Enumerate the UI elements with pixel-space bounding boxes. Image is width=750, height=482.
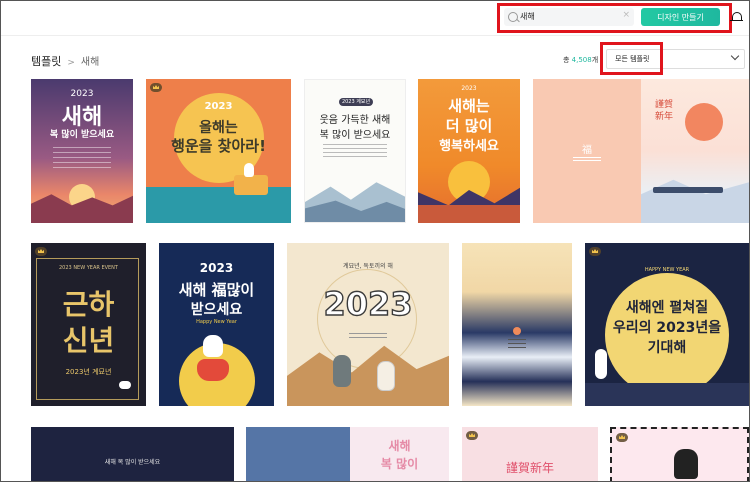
card-title: 새해 복 많이 받으세요 <box>104 459 161 466</box>
bell-icon[interactable] <box>730 12 743 22</box>
result-count-number: 4,508 <box>571 56 592 64</box>
premium-crown-icon <box>466 431 478 440</box>
card-title: 謹賀新年 <box>505 461 554 475</box>
template-card[interactable]: 새해 복 많이 받으세요 <box>31 427 234 481</box>
template-card[interactable]: 2023 NEW YEAR EVENT 근하 신년 2023년 계묘년 <box>31 243 146 406</box>
text-lines <box>53 147 111 171</box>
text-lines <box>508 339 526 349</box>
card-year: 2023 <box>199 261 234 275</box>
pouch <box>197 359 229 381</box>
template-card[interactable]: 謹賀新年 <box>462 427 598 481</box>
card-subtitle: HAPPY NEW YEAR <box>644 267 690 273</box>
card-title: 기대해 <box>647 340 687 356</box>
card-year: 2023 <box>204 101 233 112</box>
boat <box>234 175 268 195</box>
card-title: 받으세요 <box>190 302 243 318</box>
app-frame: 새해 × 디자인 만들기 템플릿 > 새해 총 4,508개 모든 템플릿 2023… <box>0 0 750 482</box>
card-title: 더 많이 <box>445 117 493 135</box>
filter-highlight <box>600 42 663 75</box>
template-card[interactable]: 2023 새해는 더 많이 행복하세요 <box>418 79 520 223</box>
rabbit <box>203 335 223 357</box>
sea <box>146 187 291 223</box>
card-year: 2023 <box>461 85 477 92</box>
chevron-down-icon <box>730 51 740 61</box>
template-card[interactable]: 2023 올해는 행운을 찾아라! <box>146 79 291 223</box>
template-card[interactable]: 謹賀 新年 <box>641 79 749 223</box>
template-card[interactable] <box>610 427 749 481</box>
premium-crown-icon <box>35 247 47 256</box>
card-subtitle: 복 많이 받으세요 <box>49 130 115 140</box>
make-design-button[interactable]: 디자인 만들기 <box>641 8 720 26</box>
rabbit <box>595 349 607 379</box>
card-title: 새해엔 펼쳐질 <box>625 300 709 316</box>
card-year: 2023 <box>70 89 94 99</box>
breadcrumb: 템플릿 > 새해 <box>31 53 99 69</box>
template-card[interactable] <box>246 427 350 481</box>
sun <box>513 327 521 335</box>
search-input[interactable]: 새해 × <box>504 8 634 26</box>
card-title: 새해 <box>388 439 411 453</box>
rabbit <box>674 449 698 479</box>
breadcrumb-separator: > <box>67 58 75 68</box>
template-card[interactable]: 2023 새해 福많이 받으세요 Happy New Year <box>159 243 274 406</box>
result-count: 총 4,508개 <box>563 56 599 64</box>
template-card[interactable]: 새해 복 많이 <box>350 427 449 481</box>
breadcrumb-root[interactable]: 템플릿 <box>31 55 61 68</box>
card-title: 행복하세요 <box>439 139 499 154</box>
breadcrumb-current: 새해 <box>80 57 100 68</box>
sun <box>685 103 723 141</box>
text-lines <box>573 157 601 163</box>
clear-icon[interactable]: × <box>622 10 630 20</box>
card-year: 2023 <box>323 284 413 323</box>
premium-crown-icon <box>589 247 601 256</box>
card-mark: 福 <box>582 145 592 156</box>
template-card[interactable] <box>462 243 572 406</box>
template-card[interactable]: 2023 계묘년 웃음 가득한 새해 복 많이 받으세요 <box>304 79 406 223</box>
template-card[interactable]: 2023 새해 복 많이 받으세요 <box>31 79 133 223</box>
rabbit <box>244 163 254 177</box>
card-title: 새해는 <box>448 97 490 115</box>
clouds <box>585 383 749 406</box>
premium-crown-icon <box>616 433 628 442</box>
card-badge: 2023 계묘년 <box>339 98 373 106</box>
premium-crown-icon <box>150 83 162 92</box>
mountains <box>641 179 749 223</box>
train <box>653 187 723 193</box>
card-title: 신년 <box>62 324 115 357</box>
card-title: 올해는 <box>199 120 238 136</box>
rabbit <box>333 355 351 387</box>
text-lines <box>349 333 387 341</box>
text-lines <box>323 144 387 160</box>
card-title: 웃음 가득한 새해 <box>319 115 391 126</box>
search-query: 새해 <box>520 12 535 21</box>
template-card[interactable]: 福 <box>533 79 641 223</box>
card-title: 행운을 찾아라! <box>171 137 266 155</box>
card-subtitle: Happy New Year <box>196 319 237 325</box>
card-event: 2023 NEW YEAR EVENT <box>59 265 118 271</box>
card-title: 복 많이 받으세요 <box>319 130 391 141</box>
card-title: 새해 福많이 <box>178 281 255 299</box>
template-card[interactable]: HAPPY NEW YEAR 새해엔 펼쳐질 우리의 2023년을 기대해 <box>585 243 749 406</box>
template-card[interactable]: 계묘년, 독토끼의 해 2023 <box>287 243 449 406</box>
card-title: 복 많이 <box>380 457 419 471</box>
top-bar: 새해 × 디자인 만들기 <box>1 1 749 36</box>
rabbit <box>377 361 395 391</box>
search-icon <box>508 12 518 22</box>
card-title: 근하 <box>62 288 115 321</box>
card-subtitle: 2023년 계묘년 <box>65 368 112 376</box>
card-title: 新年 <box>655 112 674 122</box>
card-title: 우리의 2023년을 <box>612 320 722 336</box>
sea <box>418 205 520 223</box>
rabbit <box>119 381 131 389</box>
